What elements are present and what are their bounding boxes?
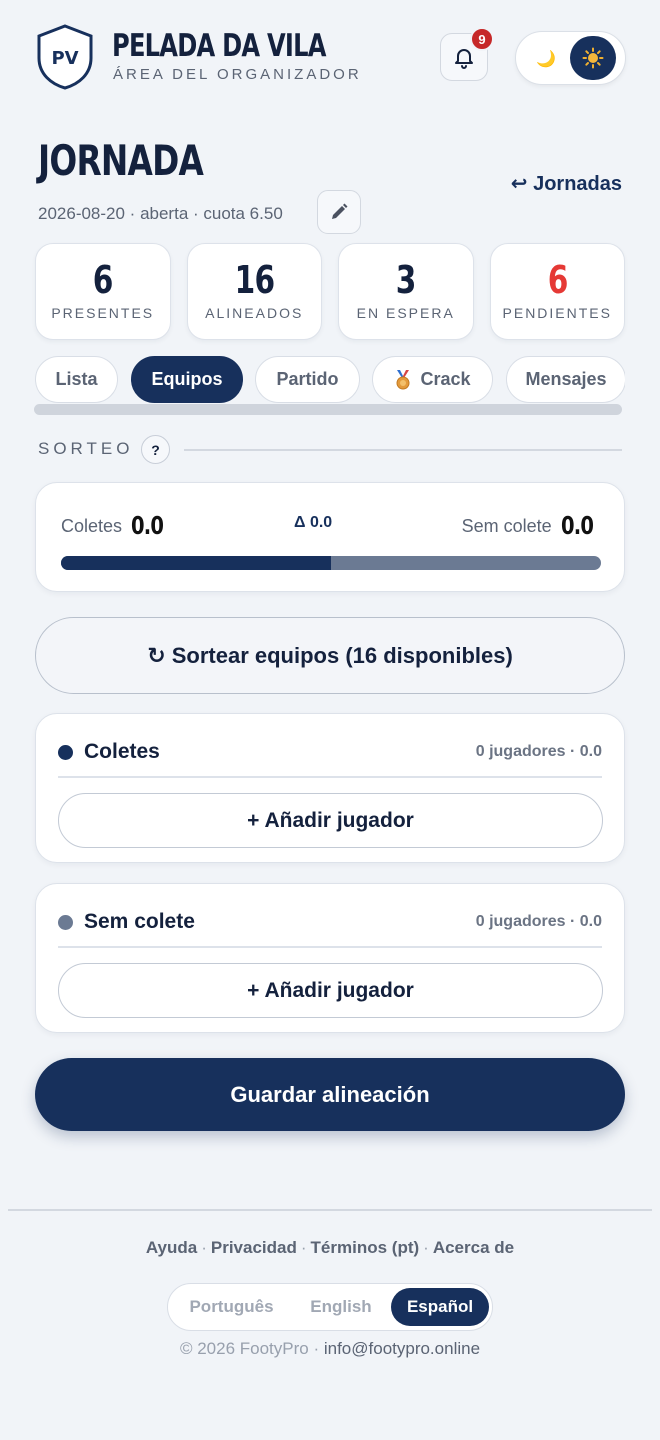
tab-lista[interactable]: Lista	[35, 356, 118, 403]
language-option-english[interactable]: English	[292, 1288, 390, 1326]
language-option-portugues[interactable]: Português	[174, 1288, 289, 1326]
contact-email-link[interactable]: info@footypro.online	[324, 1339, 480, 1358]
stat-card-alineados: 16 ALINEADOS	[186, 243, 322, 340]
team-divider	[58, 776, 602, 778]
balance-right-value: 0.0	[560, 511, 594, 540]
save-lineup-button[interactable]: Guardar alineación	[35, 1058, 625, 1131]
edit-button[interactable]	[317, 190, 361, 234]
stat-label: PRESENTES	[51, 305, 155, 321]
stat-value: 6	[92, 258, 114, 302]
stats-row: 6 PRESENTES 16 ALINEADOS 3 EN ESPERA 6 P…	[35, 243, 625, 340]
shield-logo-icon: PV	[37, 24, 93, 90]
footer-divider	[8, 1209, 652, 1211]
balance-bar-fill	[61, 556, 331, 570]
moon-icon[interactable]: 🌙	[532, 45, 560, 73]
team-card-sem-colete: Sem colete 0 jugadores · 0.0 + Añadir ju…	[35, 883, 625, 1033]
balance-left: Coletes 0.0	[61, 511, 172, 541]
logo-initials: PV	[51, 48, 78, 69]
brand-title: PELADA DA VILA	[112, 28, 326, 64]
stat-value: 16	[234, 258, 275, 302]
help-icon[interactable]: ?	[141, 435, 170, 464]
footer-link-privacidad[interactable]: Privacidad	[211, 1238, 297, 1257]
tab-partido[interactable]: Partido	[255, 356, 360, 403]
balance-right-label: Sem colete	[461, 516, 552, 536]
stat-card-en-espera: 3 EN ESPERA	[338, 243, 474, 340]
footer-link-ayuda[interactable]: Ayuda	[146, 1238, 197, 1257]
stat-value: 6	[547, 258, 568, 302]
back-to-jornadas-link[interactable]: ↩ Jornadas	[511, 171, 622, 196]
team-color-dot	[58, 745, 73, 760]
sorteo-section-label: SORTEO	[38, 439, 134, 458]
theme-toggle[interactable]: 🌙	[515, 31, 626, 85]
team-player-count: 0 jugadores · 0.0	[475, 913, 602, 930]
balance-left-value: 0.0	[131, 511, 164, 540]
bell-icon	[455, 49, 473, 69]
language-switcher: Português English Español	[167, 1283, 493, 1331]
tabs-scrollbar[interactable]	[34, 404, 622, 415]
brand-subtitle: ÁREA DEL ORGANIZADOR	[113, 66, 362, 83]
stat-label: EN ESPERA	[356, 305, 455, 321]
team-card-coletes: Coletes 0 jugadores · 0.0 + Añadir jugad…	[35, 713, 625, 863]
stat-label: ALINEADOS	[205, 305, 304, 321]
pencil-icon	[332, 203, 348, 219]
copyright: © 2026 FootyPro · info@footypro.online	[179, 1339, 481, 1358]
notifications-button[interactable]: 9	[440, 27, 494, 81]
language-option-espanol[interactable]: Español	[391, 1288, 489, 1326]
balance-delta: Δ 0.0	[294, 514, 333, 531]
team-name: Coletes	[84, 740, 160, 763]
balance-left-label: Coletes	[61, 516, 123, 536]
footer-links: Ayuda · Privacidad · Términos (pt) · Acerca de	[145, 1238, 515, 1257]
team-player-count: 0 jugadores · 0.0	[475, 743, 602, 760]
team-name: Sem colete	[84, 910, 195, 933]
add-player-button[interactable]: + Añadir jugador	[58, 793, 603, 848]
balance-bar	[61, 556, 601, 570]
app-header: PV PELADA DA VILA ÁREA DEL ORGANIZADOR 9…	[36, 24, 626, 90]
footer-link-acerca[interactable]: Acerca de	[433, 1238, 514, 1257]
footer-link-terminos[interactable]: Términos (pt)	[311, 1238, 420, 1257]
team-balance-card: Coletes 0.0 Δ 0.0 Sem colete 0.0	[35, 482, 625, 592]
stat-card-pendientes: 6 PENDIENTES	[489, 243, 625, 340]
medal-icon	[396, 369, 410, 389]
shuffle-teams-button[interactable]: ↻ Sortear equipos (16 disponibles)	[35, 617, 625, 694]
jornada-meta: 2026-08-20 · aberta · cuota 6.50	[38, 204, 283, 223]
page-title: JORNADA	[38, 136, 204, 185]
stat-card-presentes: 6 PRESENTES	[35, 243, 171, 340]
notification-count-badge: 9	[470, 27, 494, 51]
team-divider	[58, 946, 602, 948]
section-divider	[184, 449, 622, 451]
sun-icon[interactable]	[570, 36, 616, 80]
team-color-dot	[58, 915, 73, 930]
balance-right: Sem colete 0.0	[462, 511, 602, 541]
stat-label: PENDIENTES	[502, 305, 612, 321]
tab-mensajes[interactable]: Mensajes	[506, 356, 625, 403]
add-player-button[interactable]: + Añadir jugador	[58, 963, 603, 1018]
tab-equipos[interactable]: Equipos	[131, 356, 243, 403]
stat-value: 3	[395, 258, 417, 302]
section-tabs: Lista Equipos Partido Crack Mensajes	[35, 356, 625, 404]
tab-crack[interactable]: Crack	[372, 356, 493, 403]
